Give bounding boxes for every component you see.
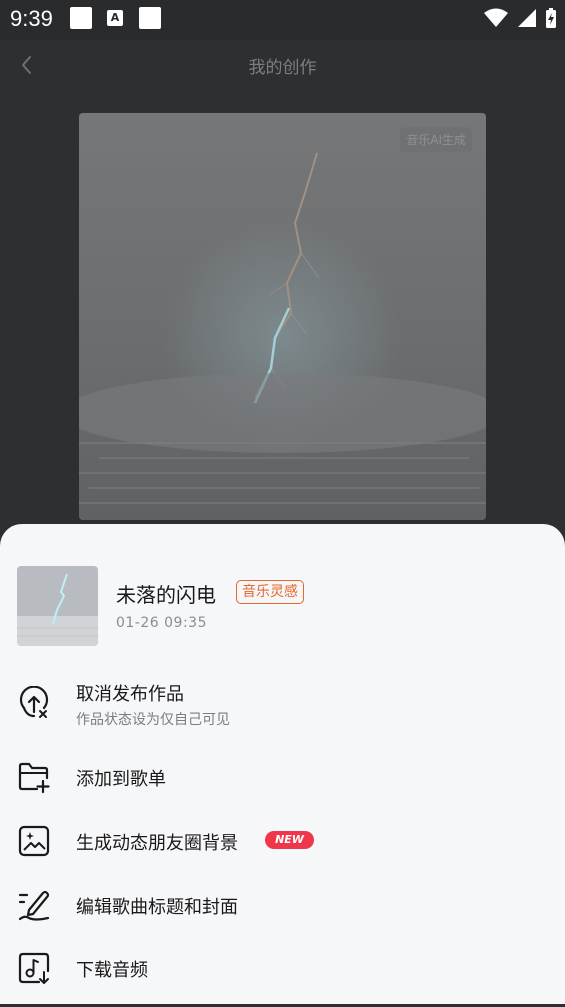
header: 我的创作	[0, 40, 565, 90]
cloud-upload-x-icon	[19, 686, 49, 718]
menu-label: 添加到歌单	[76, 769, 166, 790]
battery-icon	[546, 8, 556, 28]
song-title: 未落的闪电	[116, 583, 216, 607]
signal-icon	[518, 9, 536, 27]
music-download-icon	[18, 952, 50, 984]
wifi-icon	[484, 8, 508, 27]
generate-moments-bg-item[interactable]: 生成动态朋友圈背景 NEW	[0, 824, 565, 880]
song-timestamp: 01-26 09:35	[116, 615, 207, 631]
menu-label: 编辑歌曲标题和封面	[76, 897, 238, 918]
edit-title-cover-item[interactable]: 编辑歌曲标题和封面	[0, 888, 565, 944]
page-title: 我的创作	[248, 58, 317, 78]
menu-label: 生成动态朋友圈背景	[76, 833, 238, 854]
unpublish-item[interactable]: 取消发布作品 作品状态设为仅自己可见	[0, 676, 565, 732]
download-audio-item[interactable]: 下载音频	[0, 951, 565, 1007]
add-to-playlist-item[interactable]: 添加到歌单	[0, 760, 565, 816]
song-thumbnail	[17, 566, 98, 646]
inspiration-tag: 音乐灵感	[236, 580, 304, 604]
notification-icon	[70, 7, 92, 29]
edit-pen-icon	[18, 890, 50, 921]
new-badge: NEW	[265, 831, 314, 849]
notification-icon	[139, 7, 161, 29]
image-sparkle-icon	[18, 825, 50, 857]
folder-add-icon	[18, 762, 50, 794]
app-notification-icon: A	[107, 10, 123, 26]
cover-image: 音乐AI生成	[79, 113, 486, 520]
ai-generated-badge: 音乐AI生成	[400, 127, 472, 152]
action-sheet: 未落的闪电 音乐灵感 01-26 09:35 取消发布作品 作品状态设为仅自己可…	[0, 524, 565, 1004]
status-time: 9:39	[10, 6, 53, 31]
menu-label: 取消发布作品	[76, 684, 184, 705]
menu-sublabel: 作品状态设为仅自己可见	[76, 712, 230, 728]
menu-label: 下载音频	[76, 960, 148, 981]
status-bar: 9:39 A	[0, 0, 565, 40]
